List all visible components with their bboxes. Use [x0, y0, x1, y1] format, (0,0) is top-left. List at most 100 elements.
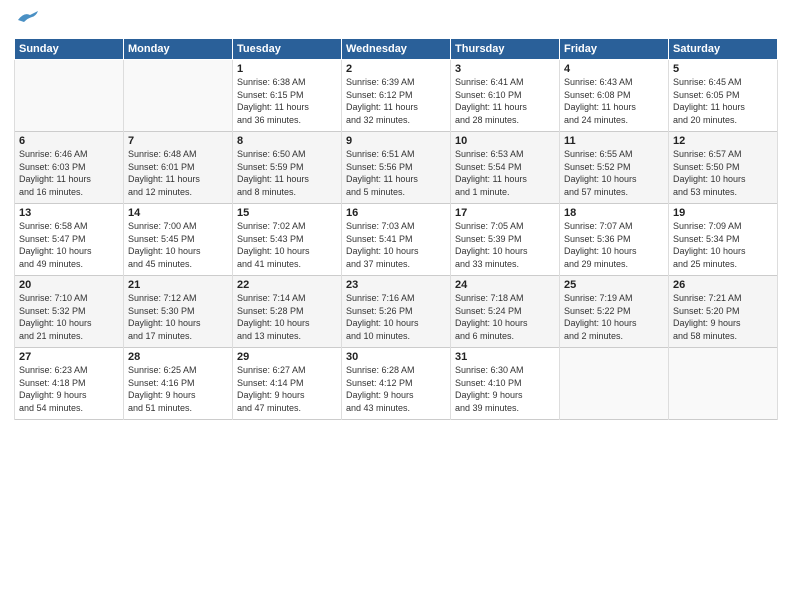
calendar-cell: 14Sunrise: 7:00 AM Sunset: 5:45 PM Dayli…: [124, 204, 233, 276]
day-info: Sunrise: 6:58 AM Sunset: 5:47 PM Dayligh…: [19, 220, 119, 270]
day-number: 9: [346, 135, 446, 147]
day-number: 20: [19, 279, 119, 291]
day-info: Sunrise: 6:43 AM Sunset: 6:08 PM Dayligh…: [564, 76, 664, 126]
day-number: 24: [455, 279, 555, 291]
calendar-cell: 24Sunrise: 7:18 AM Sunset: 5:24 PM Dayli…: [451, 276, 560, 348]
calendar-cell: 5Sunrise: 6:45 AM Sunset: 6:05 PM Daylig…: [669, 60, 778, 132]
day-info: Sunrise: 6:28 AM Sunset: 4:12 PM Dayligh…: [346, 364, 446, 414]
day-info: Sunrise: 6:39 AM Sunset: 6:12 PM Dayligh…: [346, 76, 446, 126]
day-number: 3: [455, 63, 555, 75]
day-header-wednesday: Wednesday: [342, 39, 451, 60]
calendar-cell: 11Sunrise: 6:55 AM Sunset: 5:52 PM Dayli…: [560, 132, 669, 204]
day-number: 23: [346, 279, 446, 291]
calendar-cell: 23Sunrise: 7:16 AM Sunset: 5:26 PM Dayli…: [342, 276, 451, 348]
calendar-cell: 21Sunrise: 7:12 AM Sunset: 5:30 PM Dayli…: [124, 276, 233, 348]
day-info: Sunrise: 6:30 AM Sunset: 4:10 PM Dayligh…: [455, 364, 555, 414]
day-info: Sunrise: 7:19 AM Sunset: 5:22 PM Dayligh…: [564, 292, 664, 342]
calendar-cell: 15Sunrise: 7:02 AM Sunset: 5:43 PM Dayli…: [233, 204, 342, 276]
day-info: Sunrise: 6:23 AM Sunset: 4:18 PM Dayligh…: [19, 364, 119, 414]
day-number: 13: [19, 207, 119, 219]
calendar-cell: 22Sunrise: 7:14 AM Sunset: 5:28 PM Dayli…: [233, 276, 342, 348]
calendar-cell: 25Sunrise: 7:19 AM Sunset: 5:22 PM Dayli…: [560, 276, 669, 348]
day-number: 29: [237, 351, 337, 363]
day-number: 4: [564, 63, 664, 75]
day-info: Sunrise: 7:21 AM Sunset: 5:20 PM Dayligh…: [673, 292, 773, 342]
day-info: Sunrise: 6:57 AM Sunset: 5:50 PM Dayligh…: [673, 148, 773, 198]
day-number: 12: [673, 135, 773, 147]
calendar-cell: 4Sunrise: 6:43 AM Sunset: 6:08 PM Daylig…: [560, 60, 669, 132]
day-number: 6: [19, 135, 119, 147]
day-number: 2: [346, 63, 446, 75]
day-info: Sunrise: 7:12 AM Sunset: 5:30 PM Dayligh…: [128, 292, 228, 342]
calendar-cell: 18Sunrise: 7:07 AM Sunset: 5:36 PM Dayli…: [560, 204, 669, 276]
day-info: Sunrise: 7:03 AM Sunset: 5:41 PM Dayligh…: [346, 220, 446, 270]
page-container: SundayMondayTuesdayWednesdayThursdayFrid…: [0, 0, 792, 426]
day-number: 1: [237, 63, 337, 75]
calendar-cell: 20Sunrise: 7:10 AM Sunset: 5:32 PM Dayli…: [15, 276, 124, 348]
day-number: 27: [19, 351, 119, 363]
day-info: Sunrise: 6:25 AM Sunset: 4:16 PM Dayligh…: [128, 364, 228, 414]
day-info: Sunrise: 6:48 AM Sunset: 6:01 PM Dayligh…: [128, 148, 228, 198]
day-info: Sunrise: 7:10 AM Sunset: 5:32 PM Dayligh…: [19, 292, 119, 342]
calendar-cell: 16Sunrise: 7:03 AM Sunset: 5:41 PM Dayli…: [342, 204, 451, 276]
day-info: Sunrise: 7:14 AM Sunset: 5:28 PM Dayligh…: [237, 292, 337, 342]
week-row-4: 20Sunrise: 7:10 AM Sunset: 5:32 PM Dayli…: [15, 276, 778, 348]
day-number: 30: [346, 351, 446, 363]
day-number: 7: [128, 135, 228, 147]
day-info: Sunrise: 7:05 AM Sunset: 5:39 PM Dayligh…: [455, 220, 555, 270]
day-info: Sunrise: 6:27 AM Sunset: 4:14 PM Dayligh…: [237, 364, 337, 414]
day-info: Sunrise: 6:45 AM Sunset: 6:05 PM Dayligh…: [673, 76, 773, 126]
header: [14, 10, 778, 32]
calendar-cell: 26Sunrise: 7:21 AM Sunset: 5:20 PM Dayli…: [669, 276, 778, 348]
day-header-friday: Friday: [560, 39, 669, 60]
day-number: 19: [673, 207, 773, 219]
calendar-cell: 6Sunrise: 6:46 AM Sunset: 6:03 PM Daylig…: [15, 132, 124, 204]
day-info: Sunrise: 6:53 AM Sunset: 5:54 PM Dayligh…: [455, 148, 555, 198]
calendar-cell: 19Sunrise: 7:09 AM Sunset: 5:34 PM Dayli…: [669, 204, 778, 276]
calendar-cell: 3Sunrise: 6:41 AM Sunset: 6:10 PM Daylig…: [451, 60, 560, 132]
calendar-cell: 13Sunrise: 6:58 AM Sunset: 5:47 PM Dayli…: [15, 204, 124, 276]
calendar-cell: 29Sunrise: 6:27 AM Sunset: 4:14 PM Dayli…: [233, 348, 342, 420]
day-header-thursday: Thursday: [451, 39, 560, 60]
week-row-5: 27Sunrise: 6:23 AM Sunset: 4:18 PM Dayli…: [15, 348, 778, 420]
calendar-cell: 31Sunrise: 6:30 AM Sunset: 4:10 PM Dayli…: [451, 348, 560, 420]
day-info: Sunrise: 7:16 AM Sunset: 5:26 PM Dayligh…: [346, 292, 446, 342]
day-info: Sunrise: 6:55 AM Sunset: 5:52 PM Dayligh…: [564, 148, 664, 198]
day-info: Sunrise: 6:50 AM Sunset: 5:59 PM Dayligh…: [237, 148, 337, 198]
calendar-cell: 28Sunrise: 6:25 AM Sunset: 4:16 PM Dayli…: [124, 348, 233, 420]
day-info: Sunrise: 6:41 AM Sunset: 6:10 PM Dayligh…: [455, 76, 555, 126]
day-number: 16: [346, 207, 446, 219]
calendar-header-row: SundayMondayTuesdayWednesdayThursdayFrid…: [15, 39, 778, 60]
calendar-cell: [669, 348, 778, 420]
day-info: Sunrise: 6:38 AM Sunset: 6:15 PM Dayligh…: [237, 76, 337, 126]
day-number: 28: [128, 351, 228, 363]
calendar-cell: [124, 60, 233, 132]
day-number: 14: [128, 207, 228, 219]
day-info: Sunrise: 6:51 AM Sunset: 5:56 PM Dayligh…: [346, 148, 446, 198]
day-number: 18: [564, 207, 664, 219]
day-header-monday: Monday: [124, 39, 233, 60]
day-info: Sunrise: 7:02 AM Sunset: 5:43 PM Dayligh…: [237, 220, 337, 270]
logo-bird-icon: [16, 10, 38, 26]
calendar-cell: 17Sunrise: 7:05 AM Sunset: 5:39 PM Dayli…: [451, 204, 560, 276]
calendar-cell: 1Sunrise: 6:38 AM Sunset: 6:15 PM Daylig…: [233, 60, 342, 132]
day-info: Sunrise: 7:07 AM Sunset: 5:36 PM Dayligh…: [564, 220, 664, 270]
day-info: Sunrise: 7:00 AM Sunset: 5:45 PM Dayligh…: [128, 220, 228, 270]
day-number: 22: [237, 279, 337, 291]
calendar-cell: 30Sunrise: 6:28 AM Sunset: 4:12 PM Dayli…: [342, 348, 451, 420]
day-number: 17: [455, 207, 555, 219]
week-row-3: 13Sunrise: 6:58 AM Sunset: 5:47 PM Dayli…: [15, 204, 778, 276]
day-info: Sunrise: 6:46 AM Sunset: 6:03 PM Dayligh…: [19, 148, 119, 198]
day-number: 31: [455, 351, 555, 363]
calendar-cell: 10Sunrise: 6:53 AM Sunset: 5:54 PM Dayli…: [451, 132, 560, 204]
calendar-cell: 27Sunrise: 6:23 AM Sunset: 4:18 PM Dayli…: [15, 348, 124, 420]
day-number: 21: [128, 279, 228, 291]
day-number: 25: [564, 279, 664, 291]
week-row-1: 1Sunrise: 6:38 AM Sunset: 6:15 PM Daylig…: [15, 60, 778, 132]
calendar-cell: 12Sunrise: 6:57 AM Sunset: 5:50 PM Dayli…: [669, 132, 778, 204]
calendar-cell: 9Sunrise: 6:51 AM Sunset: 5:56 PM Daylig…: [342, 132, 451, 204]
calendar-cell: 2Sunrise: 6:39 AM Sunset: 6:12 PM Daylig…: [342, 60, 451, 132]
calendar-cell: 8Sunrise: 6:50 AM Sunset: 5:59 PM Daylig…: [233, 132, 342, 204]
calendar-cell: [560, 348, 669, 420]
day-number: 11: [564, 135, 664, 147]
